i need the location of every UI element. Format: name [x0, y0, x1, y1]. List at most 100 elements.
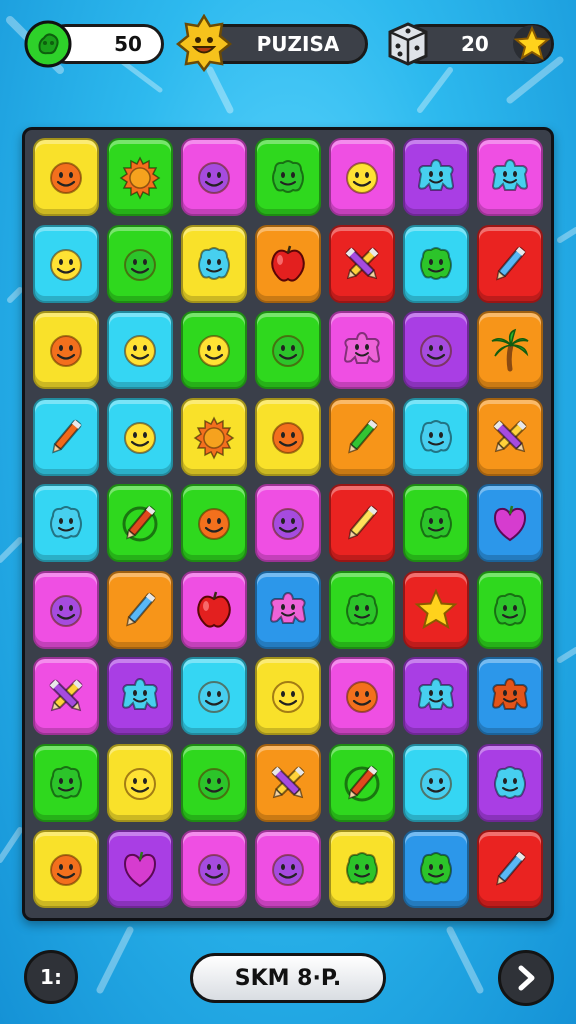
tile[interactable] — [477, 397, 543, 476]
tile[interactable] — [33, 224, 99, 303]
tile[interactable] — [181, 397, 247, 476]
tile[interactable] — [33, 657, 99, 735]
tile[interactable] — [255, 830, 321, 908]
tile[interactable] — [477, 657, 543, 735]
tile[interactable] — [403, 311, 469, 389]
tile[interactable] — [329, 830, 395, 908]
tile[interactable] — [33, 138, 99, 216]
tile[interactable] — [181, 484, 247, 562]
moves-value: 20 — [461, 32, 489, 56]
tile[interactable] — [107, 657, 173, 735]
green-smiley-icon — [272, 335, 304, 367]
tile[interactable] — [477, 484, 543, 562]
tile[interactable] — [477, 311, 543, 389]
tile[interactable] — [255, 224, 321, 303]
tile[interactable] — [403, 397, 469, 476]
orange-sun-icon — [119, 156, 161, 200]
tile[interactable] — [255, 743, 321, 822]
tile[interactable] — [181, 311, 247, 389]
tile[interactable] — [107, 224, 173, 303]
next-button[interactable] — [498, 950, 554, 1006]
tile[interactable] — [181, 657, 247, 735]
cyan-blob-icon — [494, 765, 526, 799]
tile[interactable] — [477, 224, 543, 303]
purple-smiley-icon — [50, 594, 82, 627]
tile[interactable] — [107, 397, 173, 476]
tile[interactable] — [477, 570, 543, 649]
tile[interactable] — [33, 484, 99, 562]
tile[interactable] — [329, 743, 395, 822]
tile[interactable] — [255, 311, 321, 389]
pink-star-blob-icon — [343, 331, 381, 364]
tile[interactable] — [107, 484, 173, 562]
orange-sun-icon — [193, 415, 235, 460]
tile[interactable] — [33, 743, 99, 822]
orange-star-blob-icon — [491, 677, 529, 710]
tile[interactable] — [107, 830, 173, 908]
tile[interactable] — [181, 830, 247, 908]
blue-pencil-icon — [126, 592, 156, 626]
tile[interactable] — [107, 743, 173, 822]
tile[interactable] — [477, 138, 543, 216]
tile[interactable] — [255, 138, 321, 216]
blue-pencil-icon — [496, 246, 526, 280]
tile[interactable] — [329, 224, 395, 303]
tile[interactable] — [33, 397, 99, 476]
tile[interactable] — [107, 570, 173, 649]
tile[interactable] — [33, 570, 99, 649]
tile[interactable] — [329, 570, 395, 649]
tile[interactable] — [403, 224, 469, 303]
tile[interactable] — [255, 484, 321, 562]
tile[interactable] — [255, 570, 321, 649]
cyan-star-blob-icon — [417, 677, 455, 710]
center-action-label: SKM 8·P. — [234, 965, 342, 991]
tile[interactable] — [329, 484, 395, 562]
green-smiley-icon — [198, 767, 230, 800]
crossed-pencils-icon — [271, 766, 305, 798]
tile[interactable] — [107, 311, 173, 389]
tile[interactable] — [181, 224, 247, 303]
purple-smiley-icon — [420, 335, 452, 367]
tile[interactable] — [33, 311, 99, 389]
yellow-smiley-icon — [346, 162, 378, 194]
tile[interactable] — [181, 570, 247, 649]
center-action-button[interactable]: SKM 8·P. — [190, 953, 386, 1003]
tile[interactable] — [107, 138, 173, 216]
tile[interactable] — [403, 743, 469, 822]
tile[interactable] — [255, 657, 321, 735]
tile[interactable] — [403, 138, 469, 216]
tile[interactable] — [477, 743, 543, 822]
green-pencil-icon — [348, 419, 378, 453]
green-blob-icon — [346, 852, 378, 885]
level-button[interactable]: 1: — [24, 950, 78, 1004]
tile[interactable] — [181, 743, 247, 822]
tile[interactable] — [329, 397, 395, 476]
tile[interactable] — [329, 657, 395, 735]
dice-icon — [384, 18, 430, 68]
orange-pencil-icon — [52, 419, 82, 453]
yellow-smiley-icon — [124, 767, 156, 800]
chevron-right-icon — [518, 965, 535, 991]
tile[interactable] — [181, 138, 247, 216]
crossed-pencils-icon — [493, 420, 527, 452]
yellow-smiley-icon — [198, 335, 230, 367]
tile[interactable] — [329, 138, 395, 216]
tile[interactable] — [477, 830, 543, 908]
orange-smiley-icon — [272, 421, 304, 454]
yellow-pencil-icon — [348, 505, 378, 540]
tile[interactable] — [33, 830, 99, 908]
cyan-smiley-icon — [420, 767, 452, 800]
orange-smiley-icon — [346, 681, 378, 713]
tile[interactable] — [403, 830, 469, 908]
purple-smiley-icon — [272, 508, 304, 540]
yellow-smiley-icon — [124, 421, 156, 454]
orange-smiley-icon — [50, 854, 82, 886]
tile[interactable] — [403, 570, 469, 649]
purple-smiley-icon — [272, 854, 304, 886]
tile[interactable] — [403, 657, 469, 735]
tile[interactable] — [329, 311, 395, 389]
tile[interactable] — [403, 484, 469, 562]
game-board — [22, 127, 554, 921]
tile[interactable] — [255, 397, 321, 476]
red-apple-icon — [197, 591, 231, 628]
